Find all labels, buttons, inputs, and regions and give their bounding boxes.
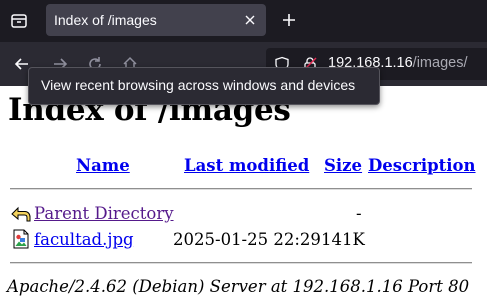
footer-divider xyxy=(10,262,472,264)
active-tab[interactable]: Index of /images xyxy=(46,4,266,36)
header-divider xyxy=(10,188,472,190)
back-arrow-icon xyxy=(11,206,31,222)
file-link-facultad[interactable]: facultad.jpg xyxy=(34,230,134,249)
column-header-last-modified[interactable]: Last modified xyxy=(184,156,309,175)
column-header-size[interactable]: Size xyxy=(324,156,362,175)
file-size: 141K xyxy=(321,230,365,249)
tooltip-text: View recent browsing across windows and … xyxy=(41,77,356,93)
tab-close-button[interactable] xyxy=(241,11,259,29)
tab-bar: Index of /images xyxy=(0,0,487,42)
parent-directory-size: - xyxy=(356,204,362,223)
tooltip: View recent browsing across windows and … xyxy=(28,67,380,105)
parent-directory-link[interactable]: Parent Directory xyxy=(34,204,174,223)
new-tab-button[interactable] xyxy=(277,8,301,32)
plus-icon xyxy=(283,14,295,26)
server-signature: Apache/2.4.62 (Debian) Server at 192.168… xyxy=(7,277,470,296)
image-file-icon xyxy=(13,229,29,249)
page-content: Index of /images Name Last modified Size… xyxy=(0,86,487,304)
file-last-modified: 2025-01-25 22:29 xyxy=(173,230,321,249)
tab-title: Index of /images xyxy=(54,12,157,28)
close-icon xyxy=(245,15,255,25)
column-header-description[interactable]: Description xyxy=(368,156,476,175)
firefox-view-icon xyxy=(11,14,27,28)
firefox-view-button[interactable] xyxy=(6,8,32,34)
column-header-name[interactable]: Name xyxy=(76,156,130,175)
url-path: /images/ xyxy=(412,55,468,71)
